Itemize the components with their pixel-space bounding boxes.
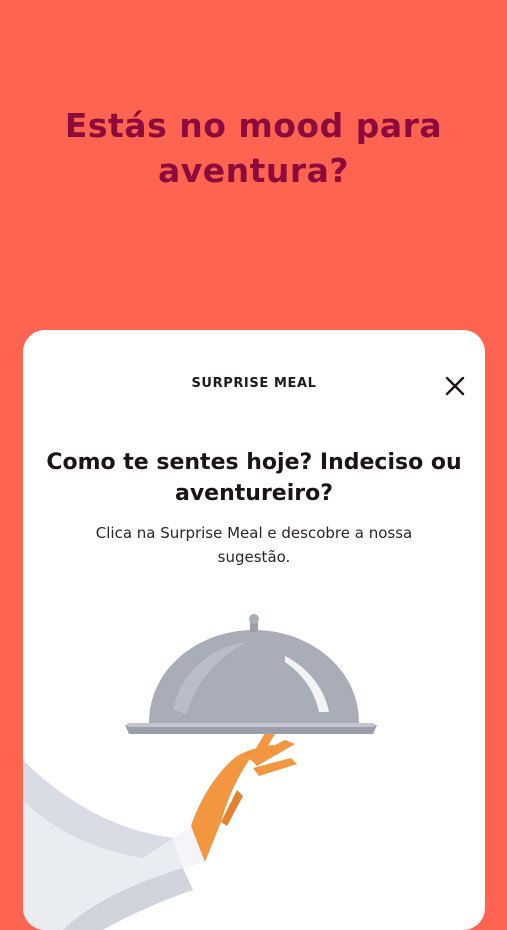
modal-title: SURPRISE MEAL	[191, 376, 317, 391]
waiter-cloche-illustration	[23, 614, 377, 930]
modal-description: Clica na Surprise Meal e descobre a noss…	[95, 524, 413, 566]
close-button[interactable]	[443, 374, 467, 398]
modal-question: Como te sentes hoje? Indeciso ou aventur…	[46, 450, 462, 506]
promo-headline: Estás no mood para aventura?	[64, 106, 443, 190]
surprise-meal-modal: SURPRISE MEAL Como te sentes hoje? Indec…	[23, 330, 485, 930]
close-icon	[445, 376, 465, 396]
